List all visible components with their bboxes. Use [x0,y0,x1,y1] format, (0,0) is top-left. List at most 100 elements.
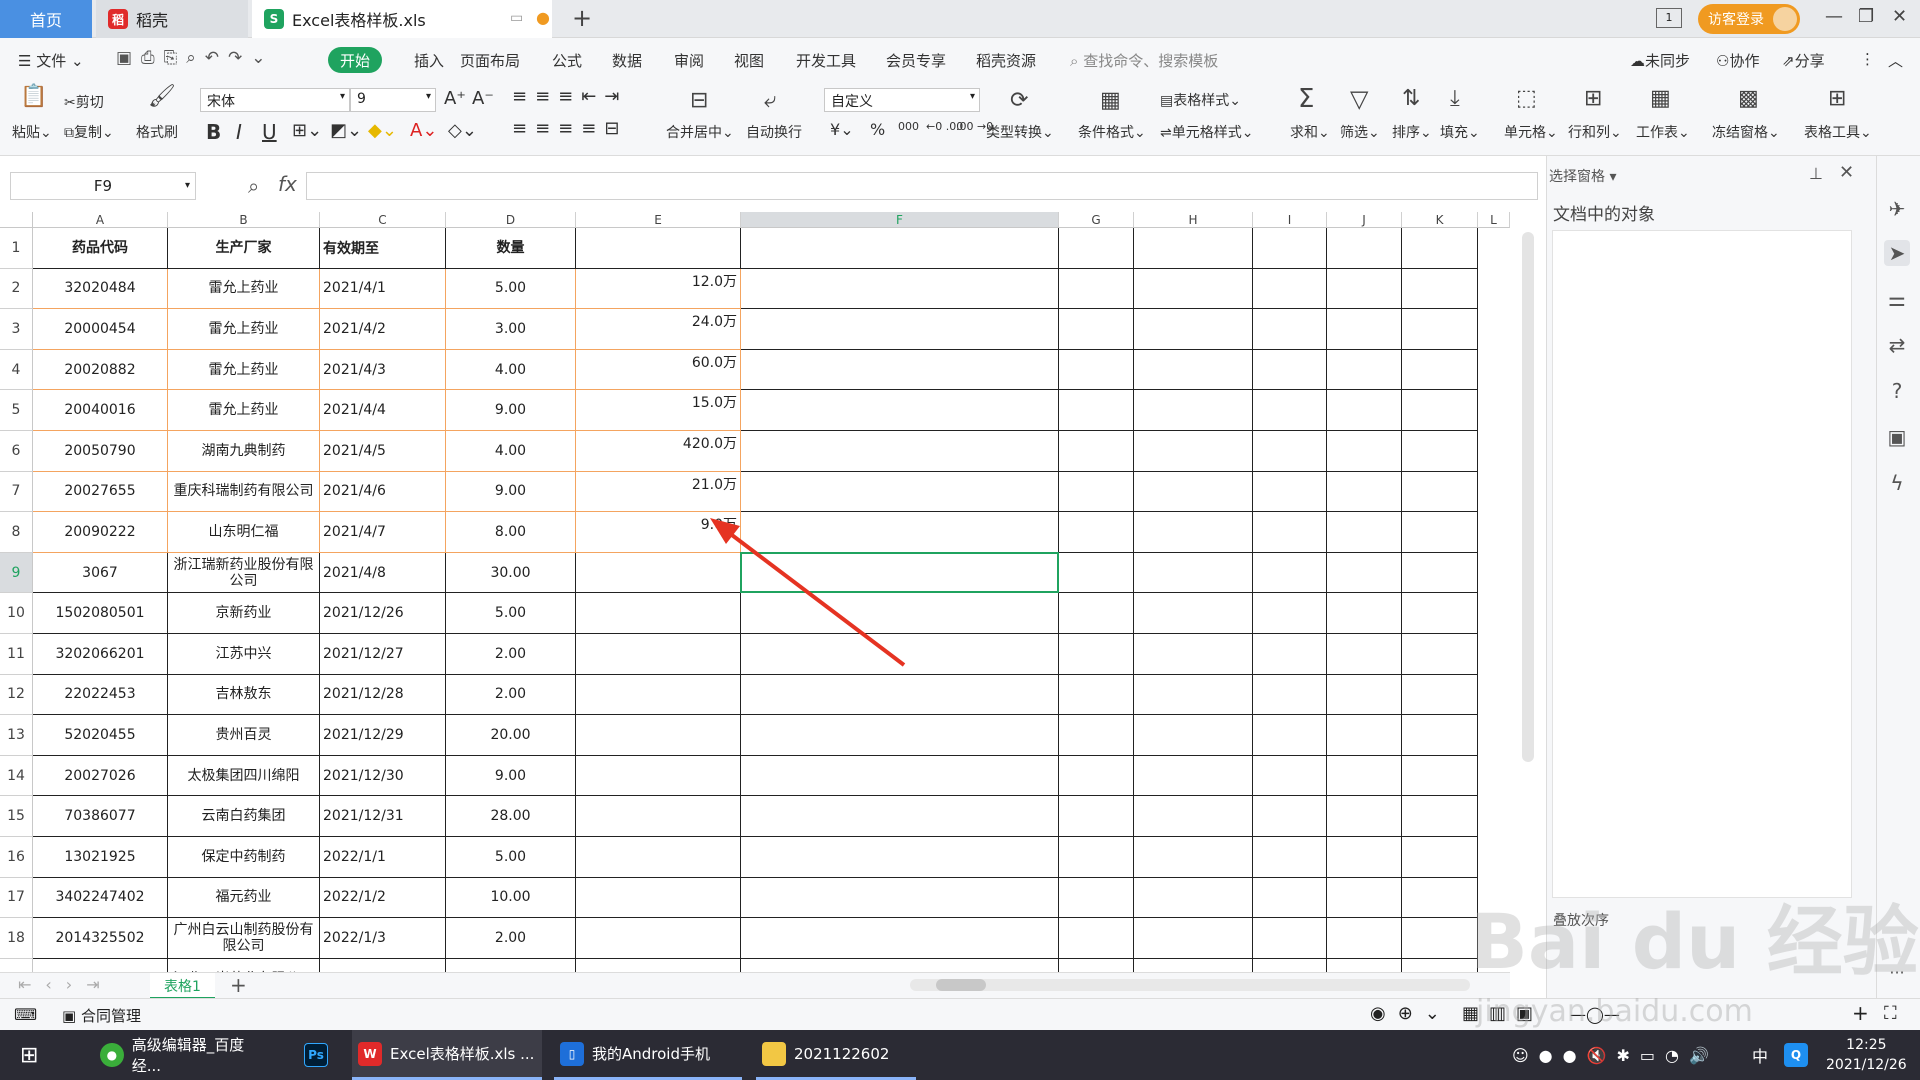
name-box[interactable]: F9 ▾ [10,172,196,200]
table-cell[interactable] [1253,309,1327,350]
menu-review[interactable]: 审阅 [674,50,704,71]
row-header[interactable]: 16 [0,837,33,878]
table-cell[interactable]: 420.0万 [576,431,741,472]
row-header[interactable]: 12 [0,674,33,716]
table-cell[interactable]: 8.00 [446,958,576,972]
table-cell[interactable] [1134,228,1253,269]
table-cell[interactable] [1402,796,1478,837]
table-cell[interactable] [741,674,1059,716]
table-cell[interactable] [1402,390,1478,431]
selection-pane-title[interactable]: 选择窗格 ▾ [1549,166,1616,186]
table-cell[interactable] [1059,268,1134,310]
table-cell[interactable] [1253,471,1327,513]
table-cell[interactable] [1327,634,1402,675]
table-cell[interactable] [1253,796,1327,837]
merge-center-button[interactable]: 合并居中⌄ [666,122,734,142]
share-button[interactable]: ⇗分享 [1782,50,1825,71]
row-header[interactable]: 4 [0,349,33,391]
cursor-select-icon[interactable]: ➤ [1884,240,1910,266]
menu-developer[interactable]: 开发工具 [796,50,856,71]
rows-cols-button[interactable]: 行和列⌄ [1568,122,1622,142]
help-icon[interactable]: ? [1884,378,1910,404]
format-painter-button[interactable]: 格式刷 [136,122,178,142]
table-cell[interactable]: 20000454 [33,309,168,350]
wrap-text-button[interactable]: 自动换行 [746,122,802,142]
table-cell[interactable] [1402,715,1478,756]
sheet-nav-icons[interactable]: ⇤‹›⇥ [18,975,114,994]
table-cell[interactable] [1059,918,1134,959]
table-cell[interactable] [1134,390,1253,431]
table-cell[interactable]: 3.00 [446,309,576,350]
zoom-icon[interactable]: ⌕ [248,174,259,198]
rocket-icon[interactable]: ✈ [1884,196,1910,222]
thousands-button[interactable]: 000 [898,120,919,133]
table-cell[interactable]: 湖南九典制药 [168,431,320,472]
table-cell[interactable] [741,228,1059,269]
table-cell[interactable] [1402,268,1478,310]
table-cell[interactable] [576,715,741,756]
window-count-icon[interactable]: 1 [1656,8,1682,28]
lightning-icon[interactable]: ϟ [1884,470,1910,496]
table-cell[interactable] [576,674,741,716]
table-cell[interactable] [1134,431,1253,472]
table-cell[interactable] [1134,715,1253,756]
taskbar-app-excel[interactable]: W Excel表格样板.xls ... [352,1030,542,1080]
table-cell[interactable] [1253,837,1327,878]
table-cell[interactable] [1402,471,1478,513]
menu-view[interactable]: 视图 [734,50,764,71]
border-icon[interactable]: ⊞⌄ [292,120,322,141]
table-cell[interactable]: 福元药业 [168,877,320,919]
table-cell[interactable] [1134,268,1253,310]
row-header[interactable]: 8 [0,512,33,553]
table-tools-button[interactable]: 表格工具⌄ [1804,122,1872,142]
table-cell[interactable]: 20090222 [33,512,168,553]
row-header[interactable]: 11 [0,634,33,675]
table-cell[interactable] [1059,634,1134,675]
row-header[interactable]: 14 [0,755,33,797]
table-cell[interactable] [1059,593,1134,634]
column-header-g[interactable]: G [1059,212,1134,228]
row-header[interactable]: 9 [0,552,33,594]
table-cell[interactable] [1134,877,1253,919]
pin-icon[interactable]: ⊥ [1809,164,1823,183]
table-cell[interactable]: 2021/12/26 [320,593,446,634]
table-cell[interactable]: 2021/4/6 [320,471,446,513]
table-cell[interactable]: 70386077 [33,796,168,837]
taskbar-app-android[interactable]: ▯ 我的Android手机 [554,1030,742,1080]
table-cell[interactable] [1059,796,1134,837]
table-cell[interactable] [1059,552,1134,594]
table-cell[interactable]: 保定中药制药 [168,837,320,878]
table-cell[interactable] [1402,552,1478,594]
table-cell[interactable]: 2022/1/4 [320,958,446,972]
table-cell[interactable]: 云南白药集团 [168,796,320,837]
table-cell[interactable]: 2021/4/1 [320,268,446,310]
font-size-select[interactable]: 9 ▾ [350,88,436,112]
guest-login-button[interactable]: 访客登录 [1698,4,1800,34]
column-header-c[interactable]: C [320,212,446,228]
cell-style-button[interactable]: ⇌单元格样式⌄ [1160,122,1253,142]
column-header-j[interactable]: J [1327,212,1402,228]
table-cell[interactable]: 24.0万 [576,309,741,350]
table-cell[interactable] [1134,674,1253,716]
cut-button[interactable]: ✂剪切 [64,92,104,112]
table-cell[interactable]: 2021/12/29 [320,715,446,756]
vertical-align-icons[interactable]: ≡≡≡⇤⇥ [512,86,627,107]
table-cell[interactable]: 生产厂家 [168,228,320,269]
row-header[interactable]: 18 [0,918,33,959]
taskbar-app-folder[interactable]: 2021122602 [756,1030,916,1080]
table-cell[interactable] [1134,634,1253,675]
table-cell[interactable]: 雷允上药业 [168,268,320,310]
table-cell[interactable] [1327,918,1402,959]
table-cell[interactable]: 3067 [33,552,168,594]
table-cell[interactable]: 2021/4/4 [320,390,446,431]
column-header-b[interactable]: B [168,212,320,228]
close-icon[interactable]: ✕ [1892,6,1907,27]
table-cell[interactable]: 4.00 [446,349,576,391]
table-cell[interactable] [1402,228,1478,269]
fill-color-icon[interactable]: ◩⌄ [330,120,362,141]
table-cell[interactable]: 有效期至 [320,228,446,269]
menu-start[interactable]: 开始 [328,47,382,73]
table-cell[interactable]: 2021/4/5 [320,431,446,472]
table-cell[interactable] [1402,674,1478,716]
table-cell[interactable]: 9.00 [446,755,576,797]
